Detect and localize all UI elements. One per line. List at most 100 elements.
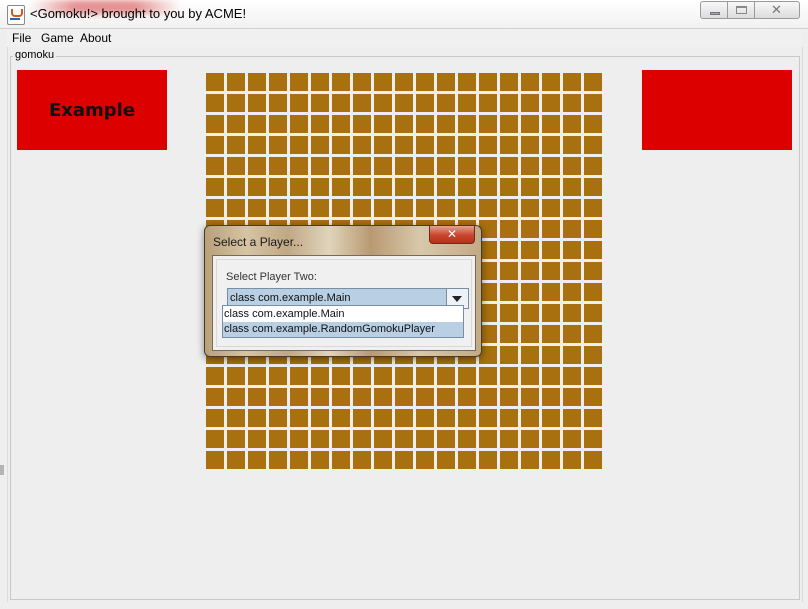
board-cell[interactable] — [500, 136, 518, 154]
board-cell[interactable] — [227, 178, 245, 196]
board-cell[interactable] — [311, 430, 329, 448]
board-cell[interactable] — [584, 157, 602, 175]
board-cell[interactable] — [206, 409, 224, 427]
board-cell[interactable] — [227, 136, 245, 154]
board-cell[interactable] — [563, 73, 581, 91]
board-cell[interactable] — [332, 94, 350, 112]
board-cell[interactable] — [248, 409, 266, 427]
board-cell[interactable] — [248, 73, 266, 91]
dropdown-option-highlighted[interactable]: class com.example.RandomGomokuPlayer — [223, 322, 463, 337]
menu-about[interactable]: About — [80, 31, 111, 45]
board-cell[interactable] — [584, 325, 602, 343]
board-cell[interactable] — [437, 409, 455, 427]
board-cell[interactable] — [521, 94, 539, 112]
board-cell[interactable] — [563, 157, 581, 175]
board-cell[interactable] — [437, 94, 455, 112]
board-cell[interactable] — [542, 157, 560, 175]
board-cell[interactable] — [395, 199, 413, 217]
board-cell[interactable] — [353, 136, 371, 154]
board-cell[interactable] — [458, 136, 476, 154]
board-cell[interactable] — [248, 367, 266, 385]
board-cell[interactable] — [227, 157, 245, 175]
board-cell[interactable] — [290, 73, 308, 91]
board-cell[interactable] — [290, 388, 308, 406]
board-cell[interactable] — [227, 409, 245, 427]
board-cell[interactable] — [353, 94, 371, 112]
board-cell[interactable] — [479, 73, 497, 91]
board-cell[interactable] — [584, 136, 602, 154]
board-cell[interactable] — [353, 430, 371, 448]
board-cell[interactable] — [437, 136, 455, 154]
board-cell[interactable] — [269, 451, 287, 469]
board-cell[interactable] — [542, 304, 560, 322]
board-cell[interactable] — [248, 115, 266, 133]
board-cell[interactable] — [458, 199, 476, 217]
board-cell[interactable] — [332, 451, 350, 469]
board-cell[interactable] — [458, 430, 476, 448]
board-cell[interactable] — [500, 367, 518, 385]
board-cell[interactable] — [479, 136, 497, 154]
board-cell[interactable] — [479, 367, 497, 385]
board-cell[interactable] — [563, 388, 581, 406]
board-cell[interactable] — [500, 94, 518, 112]
board-cell[interactable] — [332, 157, 350, 175]
board-cell[interactable] — [248, 451, 266, 469]
board-cell[interactable] — [584, 73, 602, 91]
board-cell[interactable] — [311, 178, 329, 196]
board-cell[interactable] — [563, 178, 581, 196]
board-cell[interactable] — [290, 136, 308, 154]
board-cell[interactable] — [521, 136, 539, 154]
board-cell[interactable] — [500, 451, 518, 469]
board-cell[interactable] — [374, 367, 392, 385]
board-cell[interactable] — [584, 220, 602, 238]
board-cell[interactable] — [311, 115, 329, 133]
board-cell[interactable] — [248, 178, 266, 196]
close-button[interactable]: ✕ — [754, 1, 800, 19]
board-cell[interactable] — [521, 283, 539, 301]
board-cell[interactable] — [374, 430, 392, 448]
board-cell[interactable] — [332, 388, 350, 406]
board-cell[interactable] — [584, 451, 602, 469]
board-cell[interactable] — [521, 367, 539, 385]
board-cell[interactable] — [290, 367, 308, 385]
board-cell[interactable] — [311, 388, 329, 406]
board-cell[interactable] — [584, 304, 602, 322]
board-cell[interactable] — [584, 262, 602, 280]
board-cell[interactable] — [479, 388, 497, 406]
board-cell[interactable] — [227, 367, 245, 385]
board-cell[interactable] — [353, 157, 371, 175]
board-cell[interactable] — [290, 409, 308, 427]
board-cell[interactable] — [500, 346, 518, 364]
board-cell[interactable] — [563, 409, 581, 427]
board-cell[interactable] — [395, 136, 413, 154]
board-cell[interactable] — [479, 178, 497, 196]
board-cell[interactable] — [542, 367, 560, 385]
board-cell[interactable] — [542, 325, 560, 343]
board-cell[interactable] — [374, 115, 392, 133]
board-cell[interactable] — [542, 430, 560, 448]
board-cell[interactable] — [395, 388, 413, 406]
window-title-bar[interactable]: <Gomoku!> brought to you by ACME! ✕ — [0, 0, 808, 29]
board-cell[interactable] — [395, 94, 413, 112]
board-cell[interactable] — [374, 388, 392, 406]
board-cell[interactable] — [458, 409, 476, 427]
board-cell[interactable] — [332, 430, 350, 448]
board-cell[interactable] — [458, 178, 476, 196]
board-cell[interactable] — [584, 283, 602, 301]
board-cell[interactable] — [374, 94, 392, 112]
board-cell[interactable] — [332, 73, 350, 91]
board-cell[interactable] — [542, 73, 560, 91]
board-cell[interactable] — [353, 199, 371, 217]
board-cell[interactable] — [206, 199, 224, 217]
board-cell[interactable] — [500, 388, 518, 406]
board-cell[interactable] — [563, 367, 581, 385]
board-cell[interactable] — [353, 367, 371, 385]
board-cell[interactable] — [269, 136, 287, 154]
board-cell[interactable] — [584, 388, 602, 406]
board-cell[interactable] — [227, 388, 245, 406]
board-cell[interactable] — [311, 136, 329, 154]
board-cell[interactable] — [332, 367, 350, 385]
board-cell[interactable] — [437, 73, 455, 91]
board-cell[interactable] — [332, 115, 350, 133]
board-cell[interactable] — [353, 451, 371, 469]
